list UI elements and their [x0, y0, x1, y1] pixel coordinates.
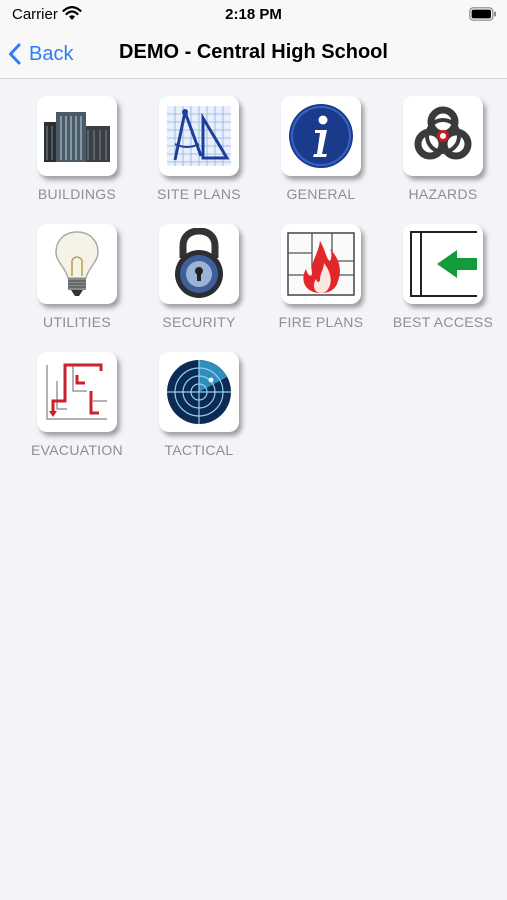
fire-plan-icon: [281, 224, 361, 304]
tile-label: UTILITIES: [42, 314, 112, 330]
buildings-icon: [37, 96, 117, 176]
navigation-bar: Back DEMO - Central High School: [0, 30, 507, 79]
status-time: 2:18 PM: [225, 6, 282, 23]
entry-arrow-icon: [403, 224, 483, 304]
page-title: DEMO - Central High School: [119, 41, 388, 63]
info-icon: [281, 96, 361, 176]
category-grid: BUILDINGS SITE PLANS GENERAL HAZARDS UTI…: [16, 96, 496, 480]
tile-general[interactable]: GENERAL: [260, 96, 382, 224]
tile-security[interactable]: SECURITY: [138, 224, 260, 352]
tile-label: TACTICAL: [164, 442, 234, 458]
tile-utilities[interactable]: UTILITIES: [16, 224, 138, 352]
tile-buildings[interactable]: BUILDINGS: [16, 96, 138, 224]
biohazard-icon: [403, 96, 483, 176]
tile-evacuation[interactable]: EVACUATION: [16, 352, 138, 480]
tile-label: EVACUATION: [31, 442, 123, 458]
tile-label: HAZARDS: [408, 186, 478, 202]
tile-hazards[interactable]: HAZARDS: [382, 96, 504, 224]
tile-label: SITE PLANS: [157, 186, 241, 202]
battery-icon: [469, 7, 497, 26]
tile-label: SECURITY: [162, 314, 236, 330]
tile-label: GENERAL: [286, 186, 356, 202]
lightbulb-icon: [37, 224, 117, 304]
evacuation-route-icon: [37, 352, 117, 432]
padlock-icon: [159, 224, 239, 304]
site-plans-icon: [159, 96, 239, 176]
tile-label: BUILDINGS: [37, 186, 117, 202]
tile-label: FIRE PLANS: [278, 314, 364, 330]
tile-site-plans[interactable]: SITE PLANS: [138, 96, 260, 224]
tile-tactical[interactable]: TACTICAL: [138, 352, 260, 480]
tile-fire-plans[interactable]: FIRE PLANS: [260, 224, 382, 352]
status-bar: Carrier 2:18 PM: [0, 0, 507, 30]
tile-label: BEST ACCESS: [392, 314, 494, 330]
tile-best-access[interactable]: BEST ACCESS: [382, 224, 504, 352]
radar-icon: [159, 352, 239, 432]
